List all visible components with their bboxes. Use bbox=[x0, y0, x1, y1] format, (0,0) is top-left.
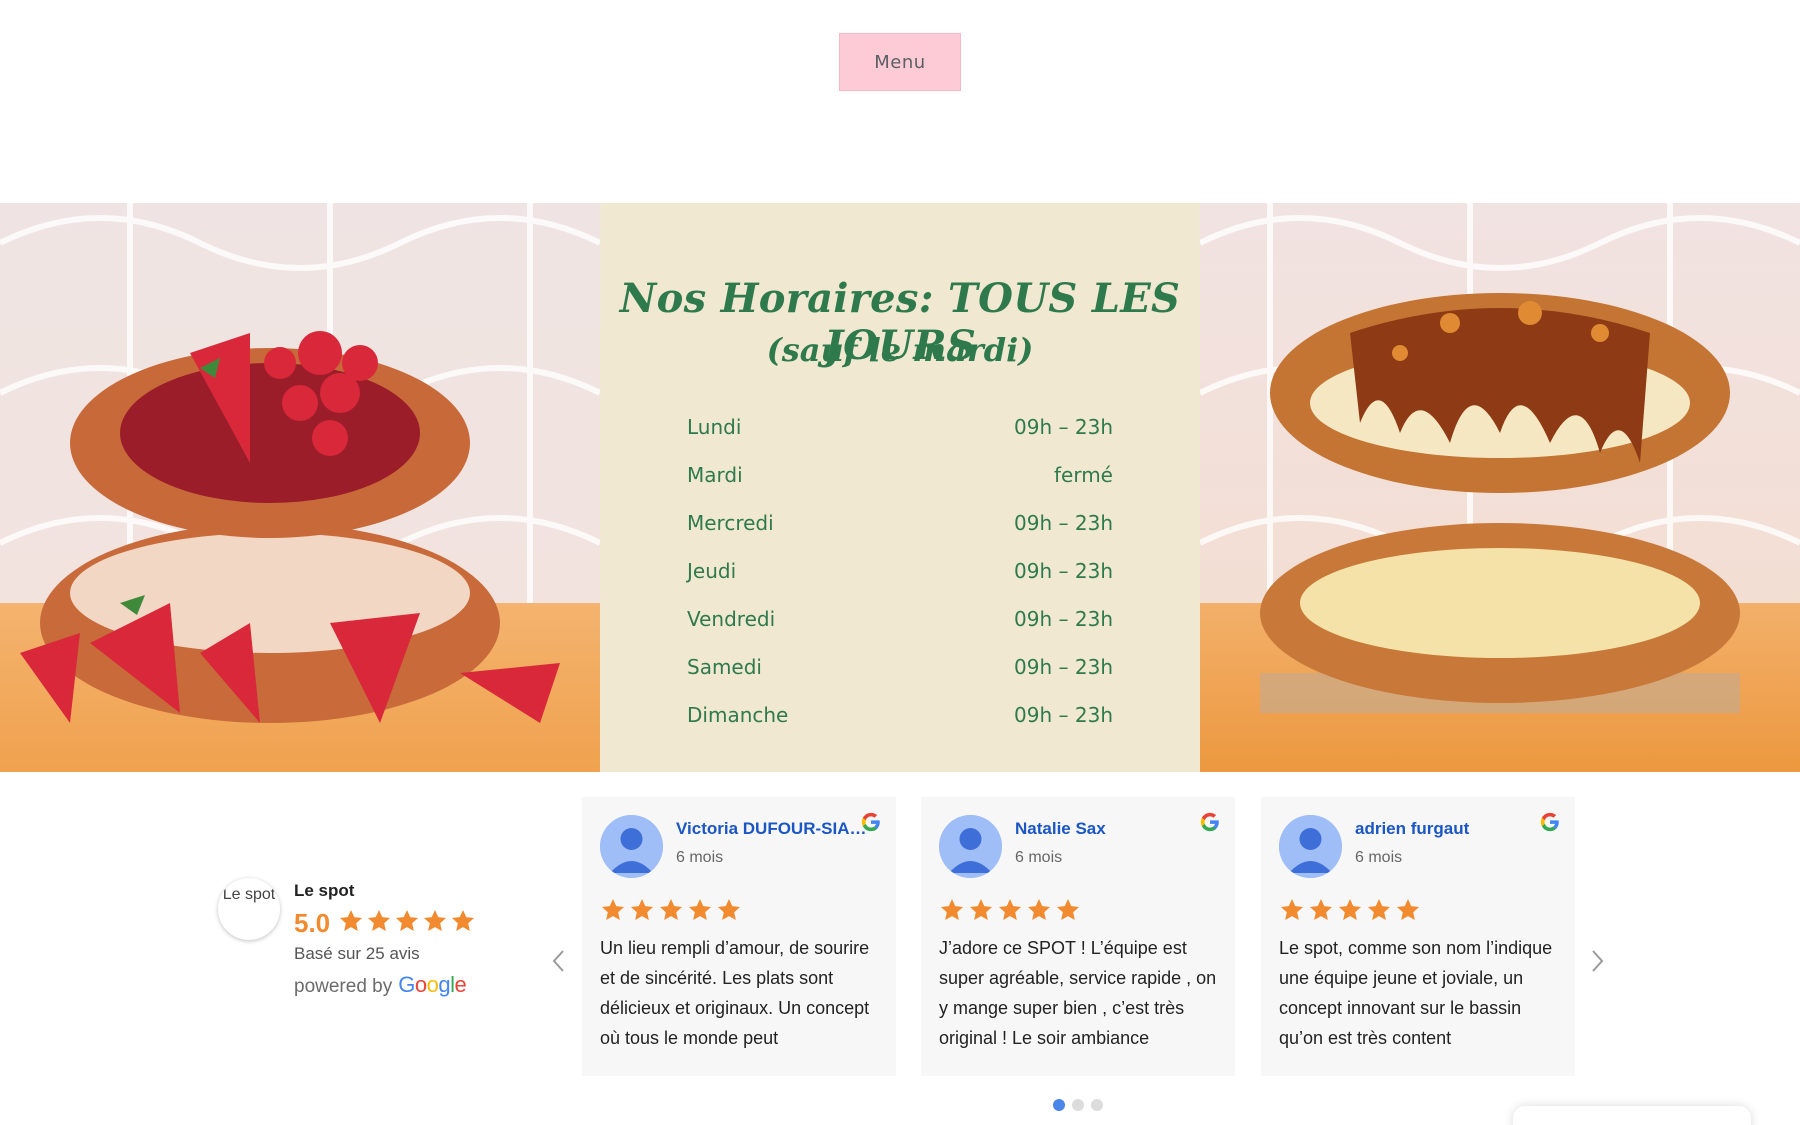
hours-day: Mardi bbox=[687, 463, 743, 487]
hours-row: Mardi fermé bbox=[687, 451, 1113, 499]
caramel-pastry-photo bbox=[1200, 203, 1800, 772]
star-icon bbox=[997, 897, 1023, 923]
hours-panel: Nos Horaires: TOUS LES JOURS (sauf le ma… bbox=[600, 203, 1200, 772]
star-icon bbox=[1279, 897, 1305, 923]
review-card: Victoria DUFOUR-SIA… 6 mois Un lieu remp… bbox=[582, 797, 896, 1076]
review-time: 6 mois bbox=[676, 849, 724, 866]
business-avatar[interactable]: Le spot bbox=[218, 878, 280, 940]
google-logo: Google bbox=[398, 972, 467, 997]
star-icon bbox=[1308, 897, 1334, 923]
star-icon bbox=[1395, 897, 1421, 923]
hours-time: 09h – 23h bbox=[1014, 703, 1113, 727]
chevron-right-icon bbox=[1592, 950, 1604, 972]
hours-row: Jeudi 09h – 23h bbox=[687, 547, 1113, 595]
carousel-dot[interactable] bbox=[1091, 1099, 1103, 1111]
star-icon bbox=[1366, 897, 1392, 923]
star-icon bbox=[338, 908, 364, 934]
hours-time: 09h – 23h bbox=[1014, 655, 1113, 679]
powered-by-google: powered by Google bbox=[294, 972, 467, 998]
carousel-dot[interactable] bbox=[1053, 1099, 1065, 1111]
reviewer-name[interactable]: Natalie Sax bbox=[1015, 819, 1211, 839]
user-avatar-icon[interactable] bbox=[939, 815, 1002, 878]
hours-row: Lundi 09h – 23h bbox=[687, 403, 1113, 451]
star-icon bbox=[394, 908, 420, 934]
hours-time: fermé bbox=[1053, 463, 1113, 487]
carousel-pagination bbox=[1053, 1099, 1103, 1111]
user-avatar-icon[interactable] bbox=[1279, 815, 1342, 878]
hours-day: Samedi bbox=[687, 655, 762, 679]
google-g-icon bbox=[1540, 812, 1559, 832]
business-name[interactable]: Le spot bbox=[294, 881, 354, 901]
star-icon bbox=[1055, 897, 1081, 923]
star-icon bbox=[716, 897, 742, 923]
google-g-icon bbox=[861, 812, 880, 832]
review-stars bbox=[939, 897, 1081, 923]
review-time: 6 mois bbox=[1015, 849, 1063, 866]
star-icon bbox=[658, 897, 684, 923]
hours-day: Jeudi bbox=[687, 559, 737, 583]
hours-list: Lundi 09h – 23h Mardi fermé Mercredi 09h… bbox=[687, 403, 1113, 739]
hours-row: Dimanche 09h – 23h bbox=[687, 691, 1113, 739]
review-count[interactable]: Basé sur 25 avis bbox=[294, 944, 420, 964]
menu-button[interactable]: Menu bbox=[839, 33, 961, 91]
star-icon bbox=[939, 897, 965, 923]
business-avatar-text: Le spot bbox=[222, 886, 276, 903]
review-text: Un lieu rempli d’amour, de sourire et de… bbox=[600, 938, 870, 1048]
review-stars bbox=[600, 897, 742, 923]
hours-row: Mercredi 09h – 23h bbox=[687, 499, 1113, 547]
hours-row: Vendredi 09h – 23h bbox=[687, 595, 1113, 643]
hours-time: 09h – 23h bbox=[1014, 559, 1113, 583]
carousel-prev-button[interactable] bbox=[544, 946, 572, 976]
star-icon bbox=[422, 908, 448, 934]
star-icon bbox=[450, 908, 476, 934]
review-stars bbox=[1279, 897, 1421, 923]
star-icon bbox=[366, 908, 392, 934]
star-icon bbox=[1337, 897, 1363, 923]
powered-by-label: powered by bbox=[294, 976, 393, 997]
hours-subtitle: (sauf le mardi) bbox=[766, 331, 1034, 369]
hours-row: Samedi 09h – 23h bbox=[687, 643, 1113, 691]
star-icon bbox=[687, 897, 713, 923]
strawberry-pastry-photo bbox=[0, 203, 600, 772]
review-card: Natalie Sax 6 mois J’adore ce SPOT ! L’é… bbox=[921, 797, 1235, 1076]
hours-time: 09h – 23h bbox=[1014, 511, 1113, 535]
star-icon bbox=[600, 897, 626, 923]
rating-stars bbox=[338, 908, 476, 934]
chevron-left-icon bbox=[552, 950, 564, 972]
star-icon bbox=[968, 897, 994, 923]
carousel-next-button[interactable] bbox=[1584, 946, 1612, 976]
review-card: adrien furgaut 6 mois Le spot, comme son… bbox=[1261, 797, 1575, 1076]
review-time: 6 mois bbox=[1355, 849, 1403, 866]
user-avatar-icon[interactable] bbox=[600, 815, 663, 878]
reviewer-name[interactable]: Victoria DUFOUR-SIA… bbox=[676, 819, 872, 839]
hours-day: Mercredi bbox=[687, 511, 774, 535]
hours-day: Lundi bbox=[687, 415, 742, 439]
review-text: Le spot, comme son nom l’indique une équ… bbox=[1279, 938, 1553, 1048]
reviewer-name[interactable]: adrien furgaut bbox=[1355, 819, 1551, 839]
rating-score: 5.0 bbox=[294, 908, 331, 938]
star-icon bbox=[629, 897, 655, 923]
hours-day: Dimanche bbox=[687, 703, 789, 727]
hours-time: 09h – 23h bbox=[1014, 415, 1113, 439]
review-text: J’adore ce SPOT ! L’équipe est super agr… bbox=[939, 938, 1217, 1048]
google-rating-summary: Le spot Le spot 5.0 Basé sur 25 avis pow… bbox=[218, 872, 498, 1002]
google-g-icon bbox=[1200, 812, 1219, 832]
hours-section: Nos Horaires: TOUS LES JOURS (sauf le ma… bbox=[0, 203, 1800, 772]
floating-widget[interactable] bbox=[1513, 1106, 1751, 1125]
carousel-dot[interactable] bbox=[1072, 1099, 1084, 1111]
hours-day: Vendredi bbox=[687, 607, 776, 631]
star-icon bbox=[1026, 897, 1052, 923]
hours-time: 09h – 23h bbox=[1014, 607, 1113, 631]
